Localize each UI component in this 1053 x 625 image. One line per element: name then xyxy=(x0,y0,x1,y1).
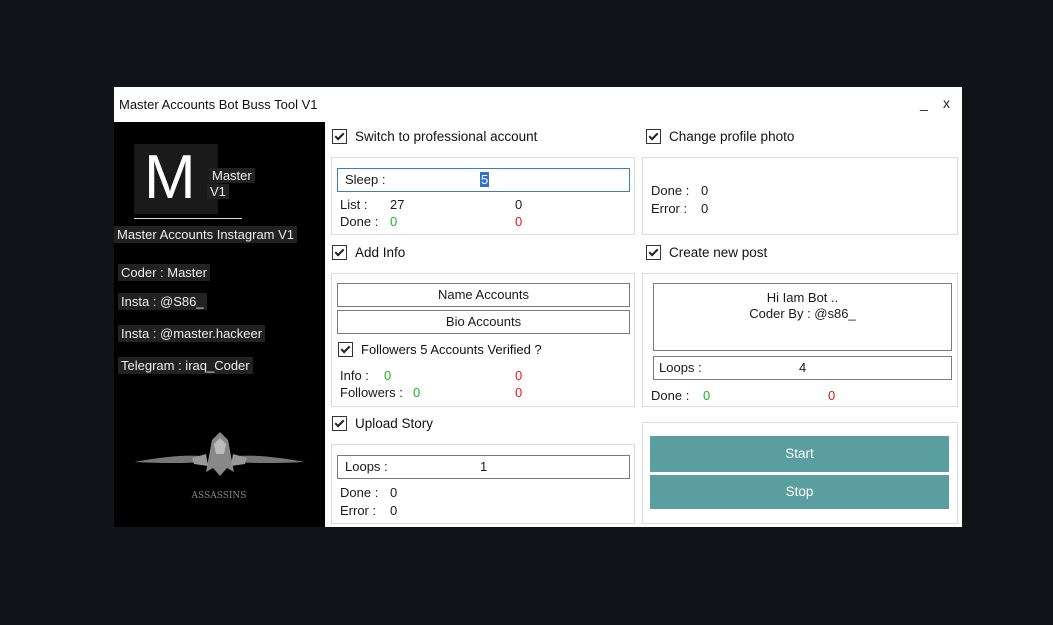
assassins-emblem-icon: ASSASSINS xyxy=(134,432,305,501)
new-post-toggle[interactable]: Create new post xyxy=(646,245,767,260)
new-post-panel: Hi Iam Bot .. Coder By : @s86_ Loops : 4… xyxy=(642,273,958,407)
profile-photo-panel: Done : 0 Error : 0 xyxy=(642,157,958,235)
caption-line-1: Hi Iam Bot .. xyxy=(766,290,839,305)
post-caption-textarea[interactable]: Hi Iam Bot .. Coder By : @s86_ xyxy=(653,283,952,351)
emblem-label: ASSASSINS xyxy=(191,491,247,501)
upload-story-checkbox[interactable] xyxy=(332,416,347,431)
upload-story-panel: Loops : 1 Done : 0 Error : 0 xyxy=(331,444,635,524)
add-info-label: Add Info xyxy=(355,245,406,260)
followers-done-count: 0 xyxy=(413,385,421,400)
post-loops-value: 4 xyxy=(799,360,807,375)
profile-photo-done-label: Done : xyxy=(651,183,690,198)
add-info-panel: Name Accounts Bio Accounts Followers 5 A… xyxy=(331,273,635,407)
add-info-checkbox[interactable] xyxy=(332,245,347,260)
profile-photo-done-count: 0 xyxy=(701,183,709,198)
name-accounts-button[interactable]: Name Accounts xyxy=(337,283,630,307)
professional-account-checkbox[interactable] xyxy=(332,129,347,144)
list-count: 27 xyxy=(390,197,405,212)
add-info-toggle[interactable]: Add Info xyxy=(332,245,405,260)
minimize-button[interactable]: _ xyxy=(920,95,928,111)
post-loops-input[interactable]: Loops : 4 xyxy=(653,356,952,380)
telegram-handle: Telegram : iraq_Coder xyxy=(118,357,253,374)
info-label: Info : xyxy=(340,368,369,383)
professional-account-toggle[interactable]: Switch to professional account xyxy=(332,129,537,144)
stop-button[interactable]: Stop xyxy=(650,475,949,509)
professional-done-label: Done : xyxy=(340,214,379,229)
followers-label: Followers : xyxy=(340,385,403,400)
profile-photo-error-label: Error : xyxy=(651,201,688,216)
professional-account-panel: Sleep : 5 List : 27 0 Done : 0 0 xyxy=(331,157,635,235)
close-button[interactable]: x xyxy=(943,95,950,111)
list-label: List : xyxy=(340,197,368,212)
upload-story-toggle[interactable]: Upload Story xyxy=(332,416,433,431)
profile-photo-checkbox[interactable] xyxy=(646,129,661,144)
sleep-input[interactable]: Sleep : 5 xyxy=(337,168,630,192)
new-post-checkbox[interactable] xyxy=(646,245,661,260)
info-done-count: 0 xyxy=(384,368,392,383)
professional-error-count: 0 xyxy=(515,214,523,229)
title-bar[interactable]: Master Accounts Bot Buss Tool V1 _ x xyxy=(114,87,962,122)
followers-verified-toggle[interactable]: Followers 5 Accounts Verified ? xyxy=(338,342,542,357)
insta-handle-2: Insta : @master.hackeer xyxy=(118,325,266,342)
upload-story-label: Upload Story xyxy=(355,416,434,431)
logo: M xyxy=(134,144,218,214)
logo-line1: Master xyxy=(209,168,255,183)
followers-verified-checkbox[interactable] xyxy=(338,342,353,357)
info-error-count: 0 xyxy=(515,368,523,383)
sleep-label: Sleep : xyxy=(345,172,386,187)
caption-line-2: Coder By : @s86_ xyxy=(749,306,856,321)
profile-photo-error-count: 0 xyxy=(701,201,709,216)
story-done-count: 0 xyxy=(390,485,398,500)
window-title: Master Accounts Bot Buss Tool V1 xyxy=(119,97,318,112)
professional-account-label: Switch to professional account xyxy=(355,129,538,144)
story-error-count: 0 xyxy=(390,503,398,518)
post-loops-label: Loops : xyxy=(659,360,702,375)
coder-credit: Coder : Master xyxy=(118,264,210,281)
app-window: Master Accounts Bot Buss Tool V1 _ x M M… xyxy=(114,87,962,527)
sleep-value: 5 xyxy=(480,172,490,187)
bio-accounts-button[interactable]: Bio Accounts xyxy=(337,310,630,334)
story-loops-label: Loops : xyxy=(345,459,388,474)
start-button[interactable]: Start xyxy=(650,436,949,472)
followers-error-count: 0 xyxy=(515,385,523,400)
post-done-label: Done : xyxy=(651,388,690,403)
sidebar: M Master V1 Master Accounts Instagram V1… xyxy=(114,122,325,527)
story-loops-value: 1 xyxy=(480,459,488,474)
followers-verified-label: Followers 5 Accounts Verified ? xyxy=(361,342,542,357)
post-error-count: 0 xyxy=(828,388,836,403)
professional-done-count: 0 xyxy=(390,214,398,229)
logo-underline xyxy=(134,218,242,219)
story-error-label: Error : xyxy=(340,503,377,518)
list-error-count: 0 xyxy=(515,197,523,212)
story-done-label: Done : xyxy=(340,485,379,500)
logo-letter: M xyxy=(144,143,196,212)
new-post-label: Create new post xyxy=(669,245,768,260)
actions-panel: Start Stop xyxy=(642,422,958,524)
logo-line2: V1 xyxy=(207,184,229,199)
profile-photo-label: Change profile photo xyxy=(669,129,795,144)
profile-photo-toggle[interactable]: Change profile photo xyxy=(646,129,794,144)
post-done-count: 0 xyxy=(703,388,711,403)
app-name: Master Accounts Instagram V1 xyxy=(114,226,298,243)
story-loops-input[interactable]: Loops : 1 xyxy=(337,455,630,479)
insta-handle-1: Insta : @S86_ xyxy=(118,293,207,310)
